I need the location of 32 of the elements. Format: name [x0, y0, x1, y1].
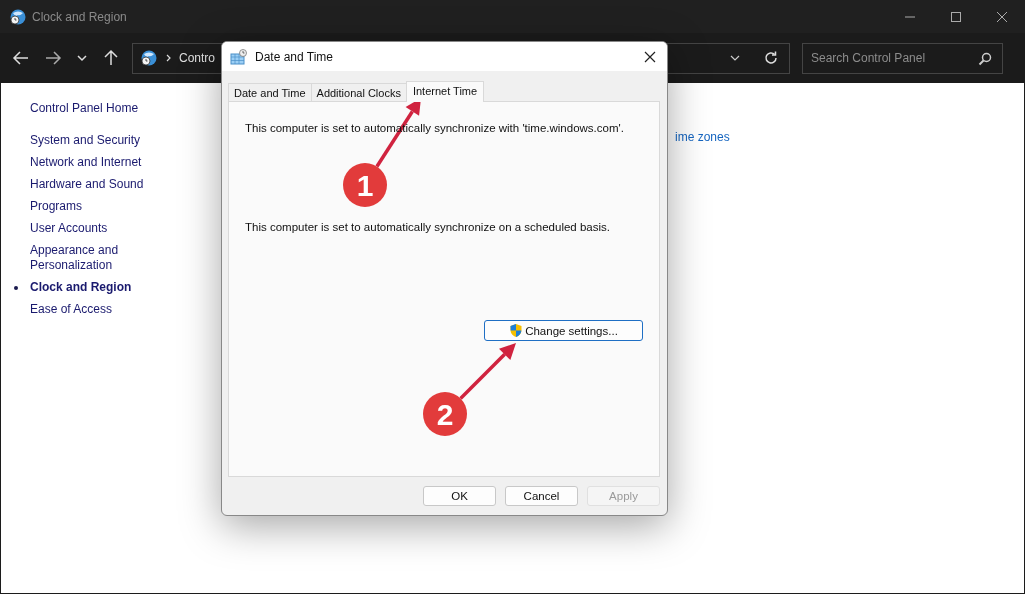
sidebar-link[interactable]: Programs: [30, 199, 82, 214]
sidebar-link[interactable]: User Accounts: [30, 221, 108, 236]
sidebar-link[interactable]: Network and Internet: [30, 155, 142, 170]
dialog-title: Date and Time: [255, 49, 334, 64]
sidebar-link[interactable]: Control Panel Home: [30, 101, 220, 115]
app-icon: [10, 8, 26, 25]
close-icon[interactable]: [643, 49, 657, 64]
sidebar-link[interactable]: Appearance and Personalization: [30, 243, 155, 273]
sidebar-link[interactable]: Hardware and Sound: [30, 177, 144, 192]
sidebar-link[interactable]: System and Security: [30, 133, 141, 148]
change-settings-button[interactable]: Change settings...: [484, 320, 643, 341]
address-text: Contro: [179, 51, 216, 65]
shield-icon: [509, 323, 524, 338]
step-badge: 1: [343, 163, 387, 207]
arrow: [459, 343, 516, 400]
search-field[interactable]: Search Control Panel: [802, 42, 1003, 74]
sidebar-link[interactable]: Clock and Region: [30, 280, 132, 295]
location-icon: [141, 50, 157, 66]
sidebar-link[interactable]: Ease of Access: [30, 302, 113, 317]
refresh-icon[interactable]: [763, 50, 779, 66]
chevron-icon: [165, 53, 173, 63]
calendar-clock-icon: [230, 48, 248, 65]
link[interactable]: ime zones: [675, 130, 730, 144]
step-badge: 2: [423, 392, 467, 436]
dialog-button[interactable]: Cancel: [505, 486, 578, 506]
message-text: This computer is set to automatically synchronize on a scheduled basis.: [245, 221, 610, 233]
tab[interactable]: Date and Time: [228, 83, 312, 101]
window-title: Clock and Region: [32, 9, 127, 24]
dialog-button[interactable]: OK: [423, 486, 496, 506]
search-icon: [978, 51, 992, 66]
bullet-icon: [14, 286, 18, 290]
tab[interactable]: Internet Time: [405, 81, 485, 102]
